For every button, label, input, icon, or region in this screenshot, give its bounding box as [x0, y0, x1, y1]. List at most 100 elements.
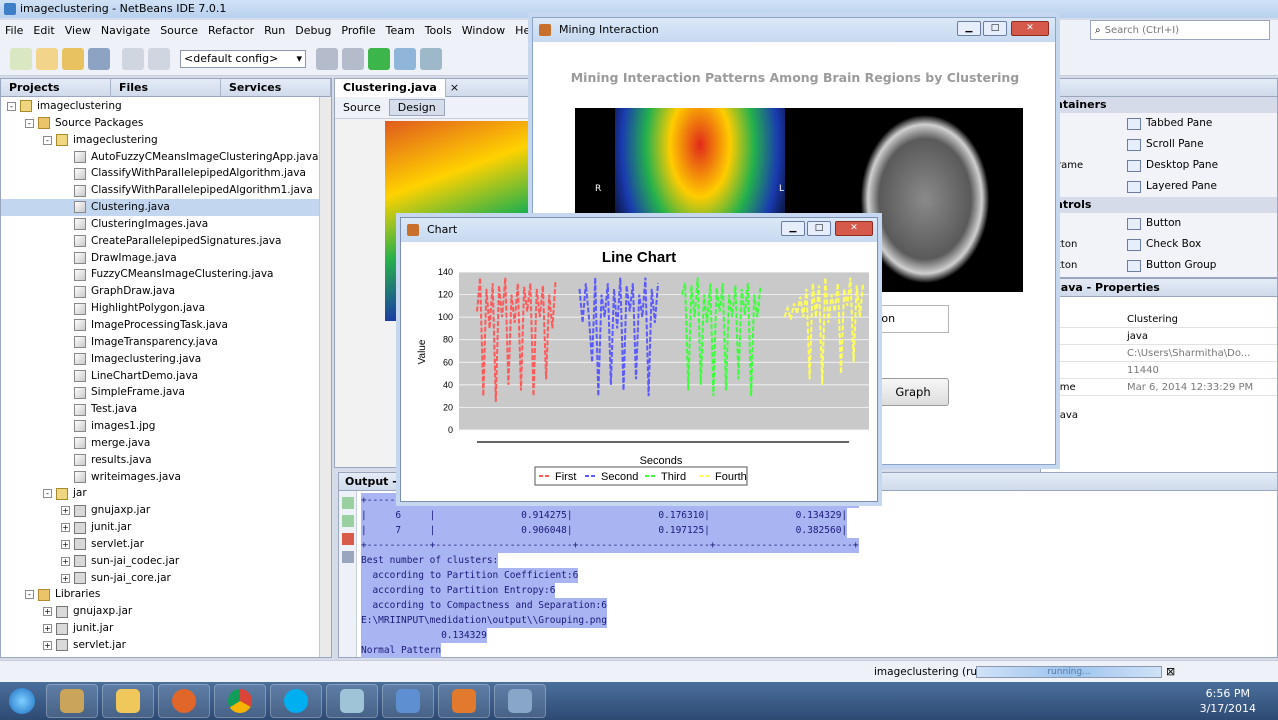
tree-item[interactable]: ClusteringImages.java — [1, 216, 331, 233]
expand-icon[interactable]: + — [43, 640, 52, 650]
tree-item[interactable]: + sun-jai_codec.jar — [1, 553, 331, 570]
taskbar-chrome[interactable] — [214, 684, 266, 718]
tree-item[interactable]: Test.java — [1, 401, 331, 418]
undo-icon[interactable] — [122, 47, 144, 70]
maximize-button[interactable]: □ — [983, 21, 1007, 36]
open-project-icon[interactable] — [62, 47, 84, 70]
menu-source[interactable]: Source — [155, 20, 203, 42]
tree-item[interactable]: - jar — [1, 485, 331, 502]
chart-minimize-button[interactable]: ▁ — [781, 221, 805, 236]
menu-run[interactable]: Run — [259, 20, 290, 42]
menu-profile[interactable]: Profile — [336, 20, 380, 42]
tree-item[interactable]: ImageProcessingTask.java — [1, 317, 331, 334]
stop-icon[interactable] — [342, 533, 354, 545]
tree-item[interactable]: writeimages.java — [1, 469, 331, 486]
rerun-icon[interactable] — [342, 497, 354, 509]
expand-icon[interactable]: + — [43, 607, 52, 617]
collapse-icon[interactable]: - — [43, 135, 52, 145]
menu-team[interactable]: Team — [381, 20, 420, 42]
tree-item[interactable]: SimpleFrame.java — [1, 384, 331, 401]
tree-item[interactable]: DrawImage.java — [1, 250, 331, 267]
tree-item[interactable]: - imageclustering — [1, 132, 331, 149]
palette-item[interactable]: tton Check Box — [1041, 234, 1277, 255]
save-all-icon[interactable] — [88, 47, 110, 70]
close-button[interactable]: ✕ — [1011, 21, 1049, 36]
expand-icon[interactable]: + — [61, 573, 70, 583]
tree-item[interactable]: LineChartDemo.java — [1, 368, 331, 385]
palette-item[interactable]: tton Button Group — [1041, 255, 1277, 276]
menu-debug[interactable]: Debug — [290, 20, 336, 42]
start-button[interactable] — [0, 683, 44, 719]
tree-item[interactable]: GraphDraw.java — [1, 283, 331, 300]
close-tab-icon[interactable]: × — [450, 81, 459, 94]
tree-item[interactable]: - Source Packages — [1, 115, 331, 132]
tree-item[interactable]: + servlet.jar — [1, 536, 331, 553]
chart-maximize-button[interactable]: □ — [807, 221, 831, 236]
tree-item[interactable]: - Libraries — [1, 586, 331, 603]
property-row[interactable]: Clustering — [1041, 311, 1277, 328]
taskbar-java[interactable] — [438, 684, 490, 718]
tree-item[interactable]: ImageTransparency.java — [1, 334, 331, 351]
design-button[interactable]: Design — [388, 99, 445, 116]
output-settings-icon[interactable] — [342, 551, 354, 563]
taskbar-virtualbox[interactable] — [382, 684, 434, 718]
tree-item[interactable]: + junit.jar — [1, 620, 331, 637]
tab-projects[interactable]: Projects — [1, 78, 111, 97]
palette-item[interactable]: Layered Pane — [1041, 176, 1277, 197]
build-hammer-icon[interactable] — [316, 47, 338, 70]
property-row[interactable]: 11440 — [1041, 362, 1277, 379]
new-file-icon[interactable] — [10, 47, 32, 70]
tray-clock[interactable]: 6:56 PM 3/17/2014 — [1200, 686, 1256, 716]
collapse-icon[interactable]: - — [43, 489, 52, 499]
debug-icon[interactable] — [394, 47, 416, 70]
tree-item[interactable]: ClassifyWithParallelepipedAlgorithm.java — [1, 165, 331, 182]
menu-navigate[interactable]: Navigate — [96, 20, 155, 42]
tab-clustering-java[interactable]: Clustering.java — [335, 78, 446, 97]
menu-refactor[interactable]: Refactor — [203, 20, 259, 42]
tree-item[interactable]: + gnujaxp.jar — [1, 502, 331, 519]
tab-services[interactable]: Services — [221, 78, 331, 97]
taskbar-skype[interactable] — [270, 684, 322, 718]
collapse-icon[interactable]: - — [25, 118, 34, 128]
redo-icon[interactable] — [148, 47, 170, 70]
collapse-icon[interactable]: - — [25, 590, 34, 600]
tree-item[interactable]: + sun-jai_core.jar — [1, 570, 331, 587]
source-button[interactable]: Source — [335, 101, 389, 114]
palette-item[interactable]: Tabbed Pane — [1041, 113, 1277, 134]
config-select[interactable]: <default config> — [180, 49, 306, 68]
menu-view[interactable]: View — [60, 20, 96, 42]
expand-icon[interactable]: + — [61, 523, 70, 533]
new-project-icon[interactable] — [36, 47, 58, 70]
palette-section-containers[interactable]: ntainers — [1047, 97, 1277, 113]
taskbar-firefox[interactable] — [158, 684, 210, 718]
collapse-icon[interactable]: - — [7, 101, 16, 111]
property-row[interactable]: java — [1041, 328, 1277, 345]
run-icon[interactable] — [368, 47, 390, 70]
expand-icon[interactable]: + — [61, 539, 70, 549]
menu-file[interactable]: File — [0, 20, 28, 42]
tree-item[interactable]: AutoFuzzyCMeansImageClusteringApp.java — [1, 149, 331, 166]
projects-scrollbar[interactable] — [319, 97, 331, 657]
rerun-different-icon[interactable] — [342, 515, 354, 527]
expand-icon[interactable]: + — [43, 624, 52, 634]
palette-section-controls[interactable]: ntrols — [1047, 197, 1277, 213]
taskbar-explorer[interactable] — [102, 684, 154, 718]
tree-item[interactable]: + gnujaxp.jar — [1, 603, 331, 620]
tree-item[interactable]: - imageclustering — [1, 98, 331, 115]
palette-item[interactable]: rame Desktop Pane — [1041, 155, 1277, 176]
taskbar-app[interactable] — [326, 684, 378, 718]
tree-item[interactable]: CreateParallelepipedSignatures.java — [1, 233, 331, 250]
tree-item[interactable]: Imageclustering.java — [1, 351, 331, 368]
menu-window[interactable]: Window — [457, 20, 510, 42]
minimize-button[interactable]: ▁ — [957, 21, 981, 36]
cancel-run-icon[interactable]: ⊠ — [1166, 665, 1175, 678]
clean-build-icon[interactable] — [342, 47, 364, 70]
graph-button[interactable]: Graph — [877, 378, 949, 406]
chart-close-button[interactable]: ✕ — [835, 221, 873, 236]
palette-item[interactable]: Scroll Pane — [1041, 134, 1277, 155]
tree-item[interactable]: FuzzyCMeansImageClustering.java — [1, 266, 331, 283]
tree-item[interactable]: HighlightPolygon.java — [1, 300, 331, 317]
property-row[interactable]: C:\Users\Sharmitha\Do... — [1041, 345, 1277, 362]
palette-item[interactable]: Button — [1041, 213, 1277, 234]
search-box[interactable]: ⌕ Search (Ctrl+I) — [1090, 20, 1270, 40]
